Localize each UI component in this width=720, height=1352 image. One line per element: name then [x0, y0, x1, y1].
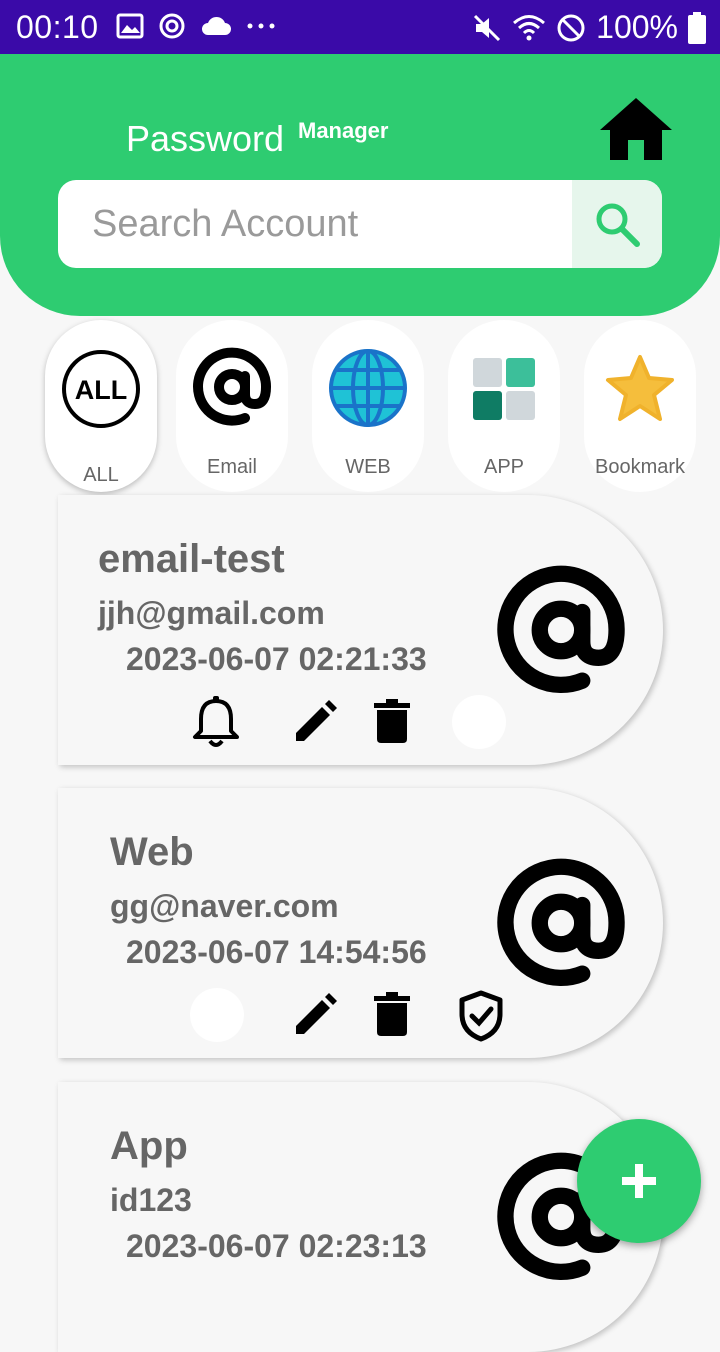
app-title-sup: Manager: [298, 118, 389, 143]
category-app[interactable]: APP: [448, 320, 560, 492]
category-label: APP: [483, 456, 525, 478]
cloud-icon: [202, 16, 231, 35]
account-title: App: [110, 1124, 188, 1168]
globe-icon: [329, 349, 407, 427]
notification-icons: [116, 12, 276, 40]
bell-icon[interactable]: [190, 695, 242, 749]
status-bar: 00:10 100%: [0, 0, 720, 54]
account-title: Web: [110, 830, 194, 874]
battery-icon: [688, 11, 706, 44]
home-icon[interactable]: [598, 96, 674, 162]
search-bar: [58, 180, 662, 268]
account-user: id123: [110, 1182, 192, 1218]
system-icons: 100%: [472, 9, 706, 46]
placeholder-circle: [452, 695, 506, 749]
account-date: 2023-06-07 02:21:33: [126, 641, 427, 677]
image-icon: [116, 13, 144, 39]
status-time: 00:10: [16, 9, 99, 45]
shield-check-icon[interactable]: [458, 990, 504, 1042]
app-title: Password: [126, 118, 285, 159]
account-date: 2023-06-07 02:23:13: [126, 1228, 427, 1264]
category-label: WEB: [345, 456, 391, 478]
do-not-disturb-icon: [557, 14, 585, 41]
edit-icon[interactable]: [292, 992, 338, 1038]
more-icon: [247, 23, 275, 29]
account-card[interactable]: email-test jjh@gmail.com 2023-06-07 02:2…: [58, 495, 663, 765]
mute-icon: [474, 14, 501, 41]
account-date: 2023-06-07 14:54:56: [126, 934, 427, 970]
app-header: Password Manager: [0, 54, 720, 316]
add-account-button[interactable]: [577, 1119, 701, 1243]
at-icon: [497, 858, 625, 986]
search-input[interactable]: [58, 180, 572, 268]
search-icon: [596, 203, 640, 247]
plus-icon: [622, 1164, 656, 1198]
placeholder-circle: [190, 988, 244, 1042]
account-card[interactable]: App id123 2023-06-07 02:23:13: [58, 1082, 663, 1352]
category-bookmark[interactable]: Bookmark: [584, 320, 696, 492]
delete-icon[interactable]: [374, 992, 410, 1036]
category-all[interactable]: ALL ALL: [45, 320, 157, 492]
search-button[interactable]: [572, 180, 662, 268]
battery-percent: 100%: [596, 9, 678, 45]
account-user: jjh@gmail.com: [98, 595, 325, 631]
account-title: email-test: [98, 537, 285, 581]
category-email[interactable]: Email: [176, 320, 288, 492]
category-label: Bookmark: [594, 456, 686, 478]
category-label: ALL: [83, 464, 119, 486]
category-web[interactable]: WEB: [312, 320, 424, 492]
sync-icon: [159, 13, 185, 39]
at-icon: [497, 565, 625, 693]
wifi-icon: [513, 14, 546, 40]
all-icon: ALL: [62, 350, 140, 428]
account-user: gg@naver.com: [110, 888, 339, 924]
edit-icon[interactable]: [292, 699, 338, 745]
delete-icon[interactable]: [374, 699, 410, 743]
star-icon: [606, 355, 674, 421]
category-label: Email: [206, 456, 257, 478]
at-icon: [193, 347, 272, 426]
all-icon-text: ALL: [75, 375, 127, 405]
account-card[interactable]: Web gg@naver.com 2023-06-07 14:54:56: [58, 788, 663, 1058]
app-icon: [473, 358, 535, 420]
